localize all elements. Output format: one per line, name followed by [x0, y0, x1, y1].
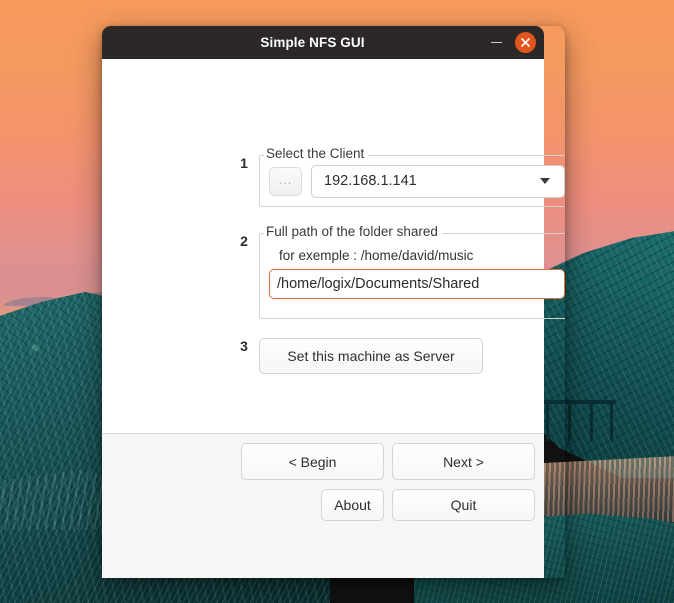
browse-button[interactable]: ...: [269, 166, 302, 196]
folder-path-groupbox: Full path of the folder shared for exemp…: [259, 224, 565, 319]
client-groupbox: Select the Client ... 192.168.1.141: [259, 146, 565, 207]
client-ip-dropdown[interactable]: 192.168.1.141: [311, 164, 565, 198]
window-titlebar[interactable]: Simple NFS GUI: [102, 26, 544, 59]
client-ip-value: 192.168.1.141: [324, 173, 417, 189]
step-number-2: 2: [240, 233, 248, 249]
step-number-3: 3: [240, 338, 248, 354]
footer-bar: < Begin Next > About Quit: [102, 433, 544, 578]
folder-path-groupbox-title: Full path of the folder shared: [264, 224, 442, 240]
step-row-2: 2 Full path of the folder shared for exe…: [229, 224, 565, 319]
step-row-1: 1 Select the Client ... 192.168.1.141: [229, 146, 565, 207]
pier-post: [568, 403, 571, 441]
folder-path-groupbox-body: for exemple : /home/david/music: [260, 234, 565, 299]
set-server-button[interactable]: Set this machine as Server: [259, 338, 483, 374]
window-controls: [486, 26, 536, 59]
client-groupbox-title: Select the Client: [264, 146, 369, 162]
window-title: Simple NFS GUI: [260, 35, 365, 50]
application-window: Simple NFS GUI 1 Select the Client ... 1: [102, 26, 565, 578]
begin-button[interactable]: < Begin: [241, 443, 384, 480]
client-groupbox-body: ... 192.168.1.141: [260, 156, 565, 206]
step-row-3: 3 Set this machine as Server: [229, 338, 483, 374]
folder-path-hint: for exemple : /home/david/music: [279, 248, 474, 263]
close-icon[interactable]: [515, 32, 536, 53]
pier-post: [590, 403, 593, 441]
minimize-icon[interactable]: [486, 33, 506, 53]
pier-post: [610, 403, 613, 441]
quit-button[interactable]: Quit: [392, 489, 535, 521]
folder-path-input[interactable]: [269, 269, 565, 299]
next-button[interactable]: Next >: [392, 443, 535, 480]
minimize-glyph: [490, 41, 502, 44]
about-button[interactable]: About: [321, 489, 384, 521]
step-number-1: 1: [240, 155, 248, 171]
chevron-down-icon: [540, 178, 550, 184]
window-content: 1 Select the Client ... 192.168.1.141 2 …: [102, 59, 565, 433]
